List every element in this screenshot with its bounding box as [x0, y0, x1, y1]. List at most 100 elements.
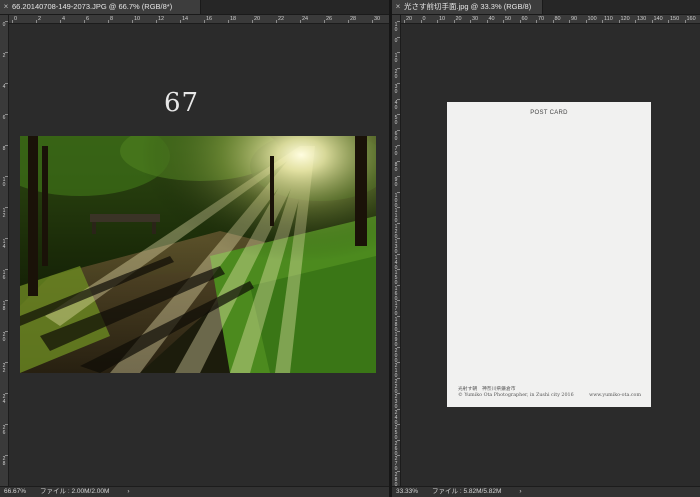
ruler-tick-label: 8 0: [394, 161, 398, 173]
ruler-tick: [12, 20, 13, 23]
ruler-tick-label: 12: [158, 16, 165, 22]
ruler-tick: [470, 20, 471, 23]
document-tab[interactable]: × 66.20140708-149-2073.JPG @ 66.7% (RGB/…: [0, 0, 201, 14]
ruler-tick-label: 1 4: [2, 239, 6, 250]
ruler-tick: [348, 20, 349, 23]
ruler-tick-label: 2 4: [2, 394, 6, 405]
ruler-tick: [552, 20, 554, 23]
ruler-tick: [635, 20, 636, 23]
ruler-tick-label: 70: [538, 16, 545, 22]
ruler-tick: [372, 20, 373, 23]
ruler-tick-label: 100: [587, 16, 597, 22]
ruler-tick: [397, 83, 400, 84]
ruler-tick: [397, 377, 400, 379]
ruler-tick-label: 1 8: [2, 301, 6, 312]
status-menu-arrow-icon[interactable]: ›: [519, 487, 521, 497]
ruler-tick: [156, 20, 157, 23]
status-menu-arrow-icon[interactable]: ›: [127, 487, 129, 497]
ruler-tick: [5, 21, 8, 22]
ruler-tick: [453, 20, 455, 23]
ruler-tick: [684, 20, 686, 23]
ruler-tick-label: 20: [254, 16, 261, 22]
ruler-tick: [397, 145, 400, 146]
ruler-tick-label: 30: [374, 16, 381, 22]
ruler-tick-label: 60: [521, 16, 528, 22]
right-document-window: × 光さす前切手面.jpg @ 33.3% (RGB/8) 20 0 10 20 30 4…: [392, 0, 700, 497]
vertical-ruler[interactable]: 0 2 4 6 8 1 0 1 2 1 4 1 6 1 8 2 0 2 2 2 4 2 6 2 8: [0, 15, 9, 487]
postcard-title: POST CARD: [530, 110, 568, 116]
ruler-tick: [397, 36, 400, 38]
close-tab-icon[interactable]: ×: [0, 0, 12, 14]
ruler-tick: [300, 20, 301, 23]
ruler-tick-label: 110: [604, 16, 613, 22]
ruler-tick: [5, 52, 8, 53]
postcard-image: POST CARD 光射す朝 神奈川県鎌倉市 © Yumiko Ota Phot…: [447, 102, 651, 407]
ruler-tick-label: 1 0: [2, 177, 6, 188]
ruler-tick: [397, 424, 400, 425]
ruler-tick: [397, 315, 400, 317]
vertical-ruler[interactable]: 1 001 02 03 04 05 06 07 08 09 01 0 01 1 …: [392, 15, 401, 487]
ruler-tick: [180, 20, 181, 23]
ruler-tick: [5, 83, 8, 84]
ruler-tick: [397, 67, 400, 69]
ruler-tick-label: 6: [86, 16, 90, 22]
ruler-tick-label: 1 0: [394, 22, 398, 33]
ruler-tick-label: 26: [326, 16, 333, 22]
ruler-tick-label: 0: [422, 16, 426, 22]
zoom-level[interactable]: 66.67%: [4, 487, 26, 497]
ruler-tick: [651, 20, 653, 23]
ruler-tick-label: 24: [302, 16, 309, 22]
ruler-tick: [404, 20, 405, 23]
ruler-tick: [60, 20, 61, 23]
ruler-tick: [397, 176, 400, 177]
document-canvas[interactable]: 67: [9, 24, 389, 487]
status-bar: 66.67% ファイル : 2.00M/2.00M ›: [0, 486, 389, 497]
ruler-tick: [132, 20, 133, 23]
ruler-tick-label: 30: [472, 16, 479, 22]
ruler-tick: [397, 393, 400, 394]
ruler-tick: [108, 20, 109, 23]
ruler-tick-label: 10: [439, 16, 446, 22]
ruler-tick: [585, 20, 587, 23]
horizontal-ruler[interactable]: 20 0 10 20 30 40 50 60 70 80 90 100 110 120 130 140 150 1…: [400, 15, 700, 24]
page-number-text: 67: [164, 88, 200, 118]
ruler-tick-label: 90: [571, 16, 578, 22]
ruler-tick: [5, 269, 8, 270]
ruler-tick: [397, 455, 400, 456]
ruler-tick: [397, 331, 400, 332]
ruler-tick-label: 2 0: [2, 332, 6, 343]
ruler-tick: [36, 20, 37, 23]
ruler-tick: [5, 238, 8, 239]
ruler-tick-label: 5 0: [394, 115, 398, 126]
ruler-tick: [5, 145, 8, 146]
document-canvas[interactable]: POST CARD 光射す朝 神奈川県鎌倉市 © Yumiko Ota Phot…: [401, 24, 700, 487]
ruler-tick-label: 20: [455, 16, 462, 22]
ruler-tick: [397, 300, 400, 301]
ruler-tick: [204, 20, 205, 23]
ruler-tick: [397, 114, 400, 115]
horizontal-ruler[interactable]: 0 2 4 6 8 10 12 14 16 18 20 22 24 26 28 30: [8, 15, 389, 24]
ruler-tick: [519, 20, 521, 23]
ruler-tick-label: 28: [350, 16, 357, 22]
ruler-tick-label: 3 0: [394, 84, 398, 95]
document-tab-title: 光さす前切手面.jpg @ 33.3% (RGB/8): [404, 2, 532, 11]
ruler-tick-label: 16: [206, 16, 213, 22]
zoom-level[interactable]: 33.33%: [396, 487, 418, 497]
ruler-tick-label: 2: [38, 16, 42, 22]
ruler-tick-label: 2 0: [394, 68, 398, 80]
ruler-tick: [84, 20, 85, 23]
ruler-tick-label: 0: [394, 37, 398, 44]
ruler-tick: [397, 191, 400, 193]
ruler-tick-label: 2 2: [2, 363, 6, 374]
ruler-tick-label: 2 8: [2, 456, 6, 467]
ruler-tick-label: 8: [2, 146, 6, 152]
ruler-tick-label: 2 6: [2, 425, 6, 436]
ruler-tick: [252, 20, 253, 23]
file-size-info: ファイル : 5.82M/5.82M: [432, 488, 502, 495]
document-tab[interactable]: × 光さす前切手面.jpg @ 33.3% (RGB/8): [392, 0, 543, 14]
ruler-tick: [228, 20, 229, 23]
close-tab-icon[interactable]: ×: [392, 0, 404, 14]
ruler-tick: [5, 393, 8, 394]
status-bar: 33.33% ファイル : 5.82M/5.82M ›: [392, 486, 700, 497]
ruler-tick: [5, 362, 8, 363]
